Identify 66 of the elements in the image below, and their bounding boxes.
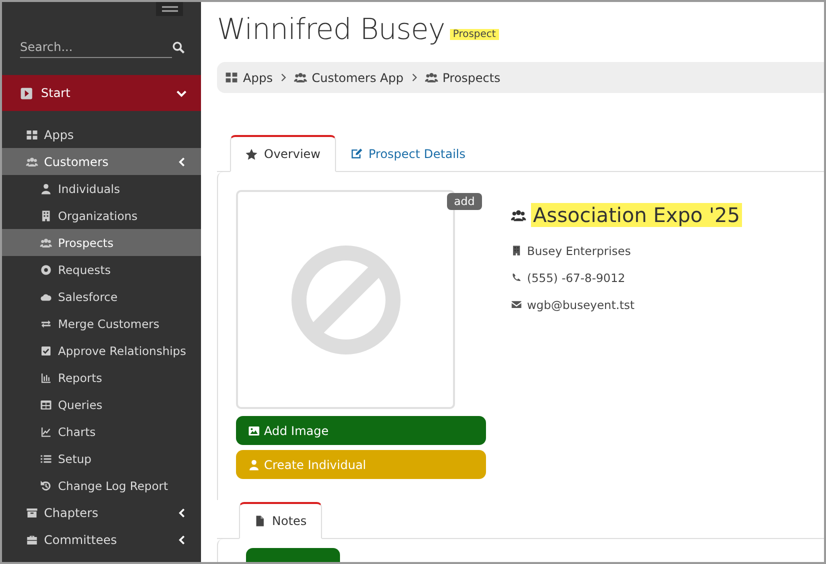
- sidebar-item[interactable]: Committees: [2, 526, 201, 553]
- sidebar-item[interactable]: Organizations: [2, 202, 201, 229]
- play-icon: [20, 86, 33, 100]
- breadcrumb-link[interactable]: Apps: [225, 70, 273, 84]
- contact-detail: Busey Enterprises: [527, 244, 631, 258]
- tab[interactable]: Notes: [239, 502, 322, 539]
- users-icon: [294, 71, 307, 84]
- sidebar-item[interactable]: Merge Customers: [2, 310, 201, 337]
- document-icon: [254, 515, 266, 527]
- archive-icon: [26, 506, 38, 518]
- sidebar-item[interactable]: Approve Relationships: [2, 337, 201, 364]
- chevron-right-icon: [410, 73, 419, 82]
- sidebar-item[interactable]: Individuals: [2, 175, 201, 202]
- sidebar-item[interactable]: Requests: [2, 256, 201, 283]
- search-icon: [172, 40, 185, 54]
- building-icon: [40, 210, 52, 222]
- user-icon: [40, 182, 52, 194]
- page-title: Winnifred Busey: [217, 12, 445, 46]
- envelope-icon: [511, 299, 522, 310]
- table-icon: [40, 398, 52, 410]
- tab[interactable]: Prospect Details: [336, 135, 480, 172]
- sidebar-item[interactable]: Change Log Report: [2, 472, 201, 499]
- chevron-right-icon: [278, 73, 288, 82]
- menu-icon: [162, 6, 178, 12]
- image-icon: [248, 424, 260, 436]
- sidebar-item[interactable]: Apps: [2, 121, 201, 148]
- line-chart-icon: [40, 426, 52, 438]
- sidebar-item[interactable]: Salesforce: [2, 283, 201, 310]
- sidebar-item[interactable]: Charts: [2, 418, 201, 445]
- sidebar-item[interactable]: Chapters: [2, 499, 201, 526]
- prospect-heading: Association Expo '25: [531, 203, 742, 227]
- list-icon: [40, 452, 52, 464]
- breadcrumb-link[interactable]: Prospects: [424, 70, 500, 84]
- grid-icon: [26, 128, 38, 140]
- status-badge: Prospect: [450, 29, 499, 40]
- sidebar-item[interactable]: Reports: [2, 364, 201, 391]
- add-image-badge[interactable]: add: [447, 193, 482, 210]
- sidebar-item[interactable]: Prospects: [2, 229, 201, 256]
- phone-icon: [511, 272, 522, 283]
- users-icon: [424, 71, 438, 84]
- contact-detail: wgb@buseyent.tst: [527, 298, 635, 312]
- edit-icon: [350, 147, 362, 160]
- lifebuoy-icon: [40, 264, 52, 276]
- user-icon: [248, 458, 260, 470]
- menu-toggle-button[interactable]: [156, 2, 183, 16]
- building-icon: [511, 245, 522, 256]
- checkbox-icon: [40, 344, 52, 356]
- grid-icon: [225, 71, 238, 84]
- action-button[interactable]: Add Image: [236, 416, 486, 445]
- sidebar-section-header[interactable]: Start: [2, 75, 201, 111]
- briefcase-icon: [26, 534, 38, 546]
- no-image-icon: [290, 244, 400, 354]
- arrows-icon: [40, 318, 52, 330]
- sidebar-item[interactable]: Queries: [2, 391, 201, 418]
- history-icon: [40, 480, 52, 492]
- sidebar-item[interactable]: Setup: [2, 445, 201, 472]
- breadcrumb-link[interactable]: Customers App: [294, 70, 404, 84]
- star-icon: [245, 148, 258, 160]
- tab[interactable]: Overview: [230, 135, 336, 172]
- users-icon: [40, 236, 52, 248]
- users-icon: [511, 208, 526, 222]
- bar-chart-icon: [40, 372, 52, 384]
- users-icon: [26, 156, 38, 168]
- search-field[interactable]: Search...: [20, 36, 172, 58]
- contact-detail: (555) -67-8-9012: [527, 270, 626, 284]
- sidebar-item[interactable]: Customers: [2, 148, 201, 175]
